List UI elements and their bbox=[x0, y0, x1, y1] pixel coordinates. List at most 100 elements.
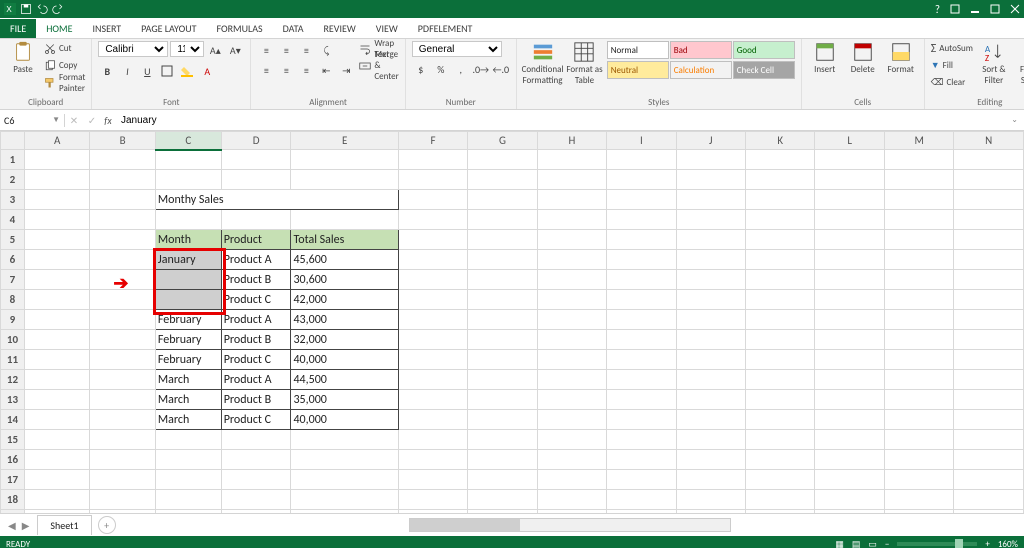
align-right-icon[interactable]: ≡ bbox=[297, 61, 315, 79]
cell[interactable] bbox=[90, 490, 155, 510]
cell[interactable] bbox=[815, 230, 884, 250]
cell[interactable] bbox=[676, 250, 745, 270]
close-icon[interactable] bbox=[1010, 4, 1020, 14]
cell[interactable] bbox=[398, 230, 467, 250]
cell[interactable] bbox=[537, 310, 606, 330]
increase-indent-icon[interactable]: ⇥ bbox=[337, 61, 355, 79]
cancel-formula-icon[interactable]: ✕ bbox=[65, 111, 83, 129]
fill-color-button[interactable] bbox=[178, 62, 196, 80]
cell[interactable] bbox=[884, 330, 953, 350]
underline-button[interactable]: U bbox=[138, 62, 156, 80]
align-center-icon[interactable]: ≡ bbox=[277, 61, 295, 79]
cell[interactable] bbox=[954, 210, 1024, 230]
row-header[interactable]: 17 bbox=[1, 470, 25, 490]
column-header[interactable]: K bbox=[746, 132, 815, 150]
cell[interactable] bbox=[746, 190, 815, 210]
row-header[interactable]: 13 bbox=[1, 390, 25, 410]
cell[interactable] bbox=[24, 350, 89, 370]
cell[interactable] bbox=[607, 470, 676, 490]
cell[interactable] bbox=[24, 170, 89, 190]
cell[interactable] bbox=[468, 450, 537, 470]
cell[interactable] bbox=[155, 470, 221, 490]
cell[interactable] bbox=[607, 170, 676, 190]
cell[interactable] bbox=[468, 310, 537, 330]
cell[interactable]: Total Sales bbox=[291, 230, 398, 250]
cell[interactable] bbox=[676, 430, 745, 450]
cell[interactable]: January bbox=[155, 250, 221, 270]
cell[interactable] bbox=[537, 150, 606, 170]
cell[interactable] bbox=[746, 330, 815, 350]
cell[interactable] bbox=[291, 150, 398, 170]
cell[interactable] bbox=[291, 170, 398, 190]
cell[interactable] bbox=[291, 470, 398, 490]
cell[interactable] bbox=[468, 370, 537, 390]
cell[interactable]: 40,000 bbox=[291, 410, 398, 430]
cell[interactable]: February bbox=[155, 350, 221, 370]
worksheet-grid[interactable]: ABCDEFGHIJKLMN123Monthy Sales45MonthProd… bbox=[0, 131, 1024, 513]
cell[interactable] bbox=[676, 210, 745, 230]
cell[interactable] bbox=[537, 250, 606, 270]
row-header[interactable]: 16 bbox=[1, 450, 25, 470]
cell[interactable]: Product bbox=[221, 230, 291, 250]
cell[interactable] bbox=[884, 270, 953, 290]
cell[interactable] bbox=[607, 390, 676, 410]
cell[interactable] bbox=[815, 470, 884, 490]
cell[interactable] bbox=[607, 450, 676, 470]
column-header[interactable]: C bbox=[155, 132, 221, 150]
cell[interactable] bbox=[537, 390, 606, 410]
cell[interactable] bbox=[398, 370, 467, 390]
cell[interactable] bbox=[954, 390, 1024, 410]
align-left-icon[interactable]: ≡ bbox=[257, 61, 275, 79]
cell[interactable] bbox=[537, 450, 606, 470]
cell[interactable] bbox=[90, 230, 155, 250]
cell[interactable] bbox=[90, 470, 155, 490]
zoom-slider[interactable] bbox=[897, 542, 977, 546]
cell[interactable] bbox=[815, 330, 884, 350]
fx-icon[interactable]: fx bbox=[101, 114, 115, 127]
cell[interactable] bbox=[24, 290, 89, 310]
cell[interactable] bbox=[468, 290, 537, 310]
cell[interactable]: Product C bbox=[221, 290, 291, 310]
cell[interactable] bbox=[468, 490, 537, 510]
cell[interactable] bbox=[607, 490, 676, 510]
cell[interactable] bbox=[90, 410, 155, 430]
cell[interactable] bbox=[746, 510, 815, 514]
cell[interactable] bbox=[815, 170, 884, 190]
cell[interactable]: 43,000 bbox=[291, 310, 398, 330]
cell[interactable] bbox=[884, 210, 953, 230]
view-page-break-icon[interactable]: ▭ bbox=[868, 539, 877, 548]
tab-page-layout[interactable]: PAGE LAYOUT bbox=[131, 19, 206, 38]
cell[interactable] bbox=[291, 510, 398, 514]
add-sheet-button[interactable]: + bbox=[98, 516, 116, 534]
cell[interactable] bbox=[746, 230, 815, 250]
paste-button[interactable]: Paste bbox=[6, 41, 40, 75]
cell[interactable] bbox=[815, 490, 884, 510]
cell[interactable] bbox=[537, 270, 606, 290]
cell[interactable] bbox=[815, 450, 884, 470]
cell[interactable] bbox=[90, 350, 155, 370]
cell[interactable] bbox=[746, 250, 815, 270]
cell[interactable] bbox=[815, 370, 884, 390]
cell[interactable] bbox=[24, 150, 89, 170]
cell[interactable] bbox=[676, 330, 745, 350]
cell[interactable] bbox=[155, 170, 221, 190]
sort-filter-button[interactable]: AZSort & Filter bbox=[977, 41, 1011, 86]
cell[interactable] bbox=[221, 430, 291, 450]
cell[interactable] bbox=[155, 150, 221, 170]
cell[interactable] bbox=[24, 210, 89, 230]
cell[interactable]: 35,000 bbox=[291, 390, 398, 410]
number-format-select[interactable]: General bbox=[412, 41, 502, 57]
cell[interactable] bbox=[90, 150, 155, 170]
cell[interactable]: 30,600 bbox=[291, 270, 398, 290]
cell[interactable] bbox=[291, 430, 398, 450]
cell[interactable] bbox=[884, 390, 953, 410]
cell[interactable] bbox=[24, 190, 89, 210]
row-header[interactable]: 3 bbox=[1, 190, 25, 210]
cell[interactable] bbox=[746, 350, 815, 370]
cell[interactable] bbox=[954, 430, 1024, 450]
align-top-icon[interactable]: ≡ bbox=[257, 41, 275, 59]
cell[interactable] bbox=[607, 290, 676, 310]
cell[interactable] bbox=[884, 250, 953, 270]
cell[interactable] bbox=[815, 430, 884, 450]
cell[interactable] bbox=[155, 430, 221, 450]
